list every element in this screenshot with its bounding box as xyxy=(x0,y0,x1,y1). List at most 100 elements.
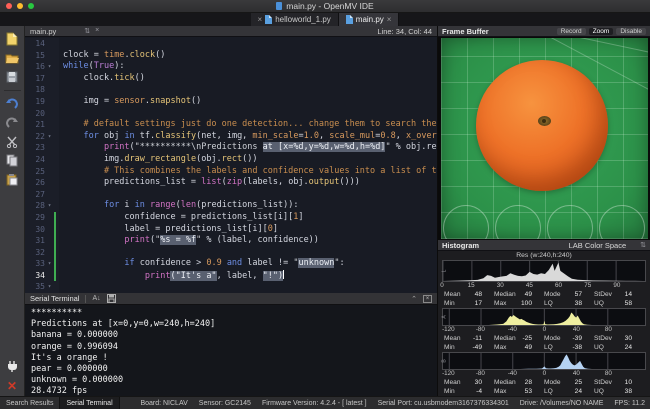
disable-button[interactable]: Disable xyxy=(616,28,646,35)
terminal-line: orange = 0.996094 xyxy=(31,342,437,353)
code-line: 21 # default settings just do one detect… xyxy=(25,119,437,131)
tab-label: main.py xyxy=(356,15,384,24)
undo-button[interactable] xyxy=(3,95,22,112)
right-pane: Frame Buffer Record Zoom Disable Histogr… xyxy=(437,26,650,396)
code-line: 23 print("**********\nPredictions at [x=… xyxy=(25,142,437,154)
stat-pair: Max100 xyxy=(494,300,544,307)
stat-pair: StDev10 xyxy=(594,379,644,386)
terminal-line: banana = 0.000000 xyxy=(31,330,437,341)
document-dropdown-icon[interactable]: ⇅ xyxy=(84,27,90,35)
histogram-stats-l-row1: Mean48Median49Mode57StDev14 xyxy=(438,290,650,299)
histogram-stats-l-row2: Min17Max100LQ38UQ58 xyxy=(438,299,650,308)
histogram-plot-a: A xyxy=(442,308,646,326)
plug-icon xyxy=(6,360,19,373)
histogram-stats-a-row2: Min-49Max49LQ-38UQ24 xyxy=(438,343,650,352)
redo-button[interactable] xyxy=(3,114,22,131)
histogram-header: Histogram LAB Color Space ⇅ xyxy=(438,240,650,251)
copy-icon xyxy=(6,154,18,167)
tab-helloworld[interactable]: × helloworld_1.py xyxy=(251,13,339,26)
stat-pair: Mode57 xyxy=(544,291,594,298)
axis-tick-label: -80 xyxy=(476,370,485,377)
code-line: 15clock = time.clock() xyxy=(25,50,437,62)
paste-icon xyxy=(6,173,18,186)
code-line: 19 img = sensor.snapshot() xyxy=(25,96,437,108)
zoom-button[interactable]: Zoom xyxy=(589,28,614,35)
code-line: 28▾ for i in range(len(predictions_list)… xyxy=(25,200,437,212)
file-icon xyxy=(346,15,353,24)
undo-icon xyxy=(5,98,19,109)
search-results-tab[interactable]: Search Results xyxy=(0,397,59,409)
stat-pair: UQ58 xyxy=(594,300,644,307)
serial-terminal-pane: Serial Terminal A↓ ⌃ × **********Predict… xyxy=(25,293,437,396)
font-size-icon[interactable]: A↓ xyxy=(92,295,100,302)
stat-pair: LQ24 xyxy=(544,388,594,395)
cut-button[interactable] xyxy=(3,133,22,150)
frame-buffer-title: Frame Buffer xyxy=(442,27,489,36)
connect-board-button[interactable] xyxy=(3,358,22,375)
copy-button[interactable] xyxy=(3,152,22,169)
close-terminal-icon[interactable]: × xyxy=(423,295,432,303)
axis-tick-label: -40 xyxy=(508,326,517,333)
axis-tick-label: -80 xyxy=(476,326,485,333)
code-line: 29 confidence = predictions_list[i][1] xyxy=(25,212,437,224)
resolution-label: Res (w:240,h:240) xyxy=(438,251,650,260)
code-line: 25 # This combines the labels and confid… xyxy=(25,166,437,178)
editor-toolbar: main.py ⇅ × Line: 34, Col: 44 xyxy=(25,26,437,37)
axis-tick-label: 80 xyxy=(605,370,612,377)
histogram-stats-a-row1: Mean-11Median-25Mode-39StDev30 xyxy=(438,334,650,343)
close-tab-icon[interactable]: × xyxy=(387,15,392,24)
save-file-button[interactable] xyxy=(3,68,22,85)
stat-pair: Median49 xyxy=(494,291,544,298)
stat-pair: Mode-39 xyxy=(544,335,594,342)
close-document-icon[interactable]: × xyxy=(95,27,99,35)
board-status: Board: NICLAV xyxy=(140,400,187,407)
code-line: 27 xyxy=(25,189,437,201)
serial-terminal-tab[interactable]: Serial Terminal xyxy=(59,397,119,409)
stat-pair: UQ38 xyxy=(594,388,644,395)
axis-tick-label: 0 xyxy=(440,282,444,289)
code-line: 33▾ if confidence > 0.9 and label != "un… xyxy=(25,258,437,270)
stop-icon: ✕ xyxy=(7,380,17,392)
terminal-line: ********** xyxy=(31,308,437,319)
camera-image-cutting-mat xyxy=(441,38,648,239)
code-line: 18 xyxy=(25,84,437,96)
code-line: 26 predictions_list = list(zip(labels, o… xyxy=(25,177,437,189)
editor-pane: main.py ⇅ × Line: 34, Col: 44 1415clock … xyxy=(25,26,437,293)
serial-terminal-output[interactable]: **********Predictions at [x=0,y=0,w=240,… xyxy=(25,305,437,398)
record-button[interactable]: Record xyxy=(557,28,586,35)
paste-button[interactable] xyxy=(3,171,22,188)
code-line: 22▾ for obj in tf.classify(net, img, min… xyxy=(25,131,437,143)
new-file-button[interactable] xyxy=(3,30,22,47)
code-line: 35▾ xyxy=(25,281,437,293)
axis-tick-label: -120 xyxy=(442,326,455,333)
file-icon xyxy=(265,15,272,24)
histogram-axis-a: -120-80-4004080 xyxy=(442,326,646,334)
terminal-line: unknown = 0.000000 xyxy=(31,375,437,386)
document-selector[interactable]: main.py xyxy=(30,27,56,36)
status-bar: Search Results Serial Terminal Board: NI… xyxy=(0,396,650,409)
histogram-title: Histogram xyxy=(442,241,479,250)
color-space-select[interactable]: LAB Color Space xyxy=(569,241,627,250)
save-log-icon[interactable] xyxy=(107,294,116,303)
histogram-plot-b: B xyxy=(442,352,646,370)
axis-tick-label: 80 xyxy=(605,326,612,333)
code-line: 17 clock.tick() xyxy=(25,73,437,85)
serial-port-status: Serial Port: cu.usbmodem3167376334301 xyxy=(378,400,509,407)
close-tab-icon[interactable]: × xyxy=(258,15,263,24)
code-line: 31 print("%s = %f" % (label, confidence)… xyxy=(25,235,437,247)
tab-main[interactable]: main.py × xyxy=(339,13,400,26)
tab-label: helloworld_1.py xyxy=(275,15,331,24)
stat-pair: Max49 xyxy=(494,344,544,351)
fps-status: FPS: 11.2 xyxy=(614,400,645,407)
text-cursor xyxy=(283,270,284,279)
collapse-terminal-icon[interactable]: ⌃ xyxy=(411,295,417,303)
color-space-dropdown-icon[interactable]: ⇅ xyxy=(640,241,646,249)
redo-icon xyxy=(5,117,19,128)
code-area[interactable]: 1415clock = time.clock()16▾while(True):1… xyxy=(25,37,437,293)
toolbar-separator xyxy=(4,90,21,91)
open-file-button[interactable] xyxy=(3,49,22,66)
stop-script-button[interactable]: ✕ xyxy=(3,377,22,394)
terminal-line: It's a orange ! xyxy=(31,353,437,364)
drive-status: Drive: /Volumes/NO NAME xyxy=(520,400,604,407)
stat-pair: Mean48 xyxy=(444,291,494,298)
